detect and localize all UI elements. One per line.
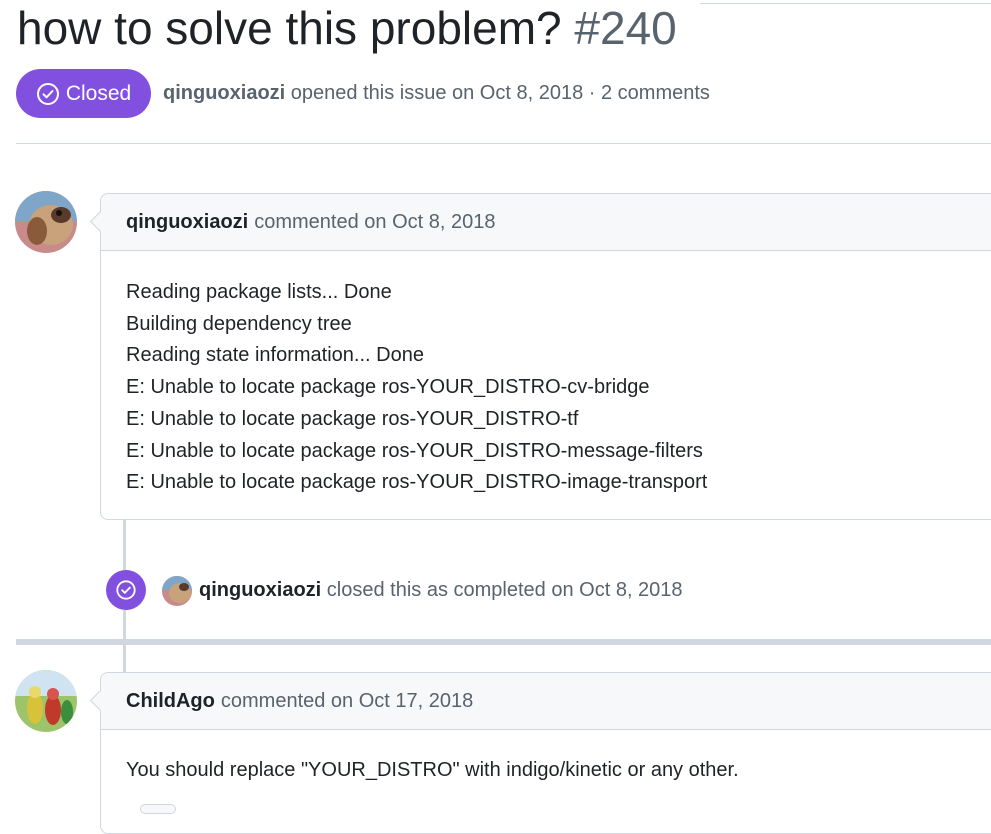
closed-event-badge xyxy=(106,570,146,610)
check-circle-icon xyxy=(36,82,59,105)
comment-line: E: Unable to locate package ros-YOUR_DIS… xyxy=(126,471,708,494)
timeline-line xyxy=(123,610,126,639)
top-border xyxy=(700,3,991,4)
comment-header: ChildAgo commented on Oct 17, 2018 xyxy=(101,673,991,730)
comment-card: ChildAgo commented on Oct 17, 2018 You s… xyxy=(89,672,991,834)
issue-meta: qinguoxiaozi opened this issue on Oct 8,… xyxy=(163,81,710,105)
comment-line: E: Unable to locate package ros-YOUR_DIS… xyxy=(126,407,579,430)
check-circle-icon xyxy=(116,580,136,600)
reaction-button[interactable] xyxy=(140,804,176,814)
issue-opened-text: opened this issue on Oct 8, 2018 · 2 com… xyxy=(290,82,710,104)
comment-body: Reading package lists... Done Building d… xyxy=(101,251,991,519)
comment-line: E: Unable to locate package ros-YOUR_DIS… xyxy=(126,376,650,399)
comment-line: Reading package lists... Done xyxy=(126,281,392,303)
comment-line: Building dependency tree xyxy=(126,312,352,335)
comment-line: Reading state information... Done xyxy=(126,344,424,367)
comment-timestamp[interactable]: commented on Oct 8, 2018 xyxy=(254,211,495,234)
comment-timestamp[interactable]: commented on Oct 17, 2018 xyxy=(221,690,473,713)
issue-title-text: how to solve this problem? xyxy=(17,2,562,54)
status-label: Closed xyxy=(65,81,132,105)
event-avatar[interactable] xyxy=(162,576,192,606)
event-description: closed this as completed on Oct 8, 2018 xyxy=(326,579,683,601)
avatar-image xyxy=(15,191,77,253)
avatar-image xyxy=(15,670,77,732)
comment-line: You should replace "YOUR_DISTRO" with in… xyxy=(126,759,739,781)
issue-author-link[interactable]: qinguoxiaozi xyxy=(163,82,285,104)
issue-number: #240 xyxy=(574,2,677,54)
avatar[interactable] xyxy=(15,191,77,253)
comment-line: E: Unable to locate package ros-YOUR_DIS… xyxy=(126,439,703,462)
comment-card: qinguoxiaozi commented on Oct 8, 2018 Re… xyxy=(89,193,991,520)
issue-title: how to solve this problem? #240 xyxy=(17,0,677,56)
header-divider xyxy=(16,143,991,144)
avatar[interactable] xyxy=(15,670,77,732)
comment-author-link[interactable]: ChildAgo xyxy=(126,690,215,713)
comment-header: qinguoxiaozi commented on Oct 8, 2018 xyxy=(101,194,991,251)
timeline-line xyxy=(123,520,126,570)
closed-event-text: qinguoxiaozi closed this as completed on… xyxy=(199,578,683,602)
timeline-divider xyxy=(16,639,991,645)
avatar-image xyxy=(162,576,192,606)
event-actor-link[interactable]: qinguoxiaozi xyxy=(199,579,321,601)
timeline-line xyxy=(123,645,126,672)
comment-author-link[interactable]: qinguoxiaozi xyxy=(126,211,248,234)
comment-body: You should replace "YOUR_DISTRO" with in… xyxy=(101,730,991,807)
status-badge: Closed xyxy=(16,69,151,118)
